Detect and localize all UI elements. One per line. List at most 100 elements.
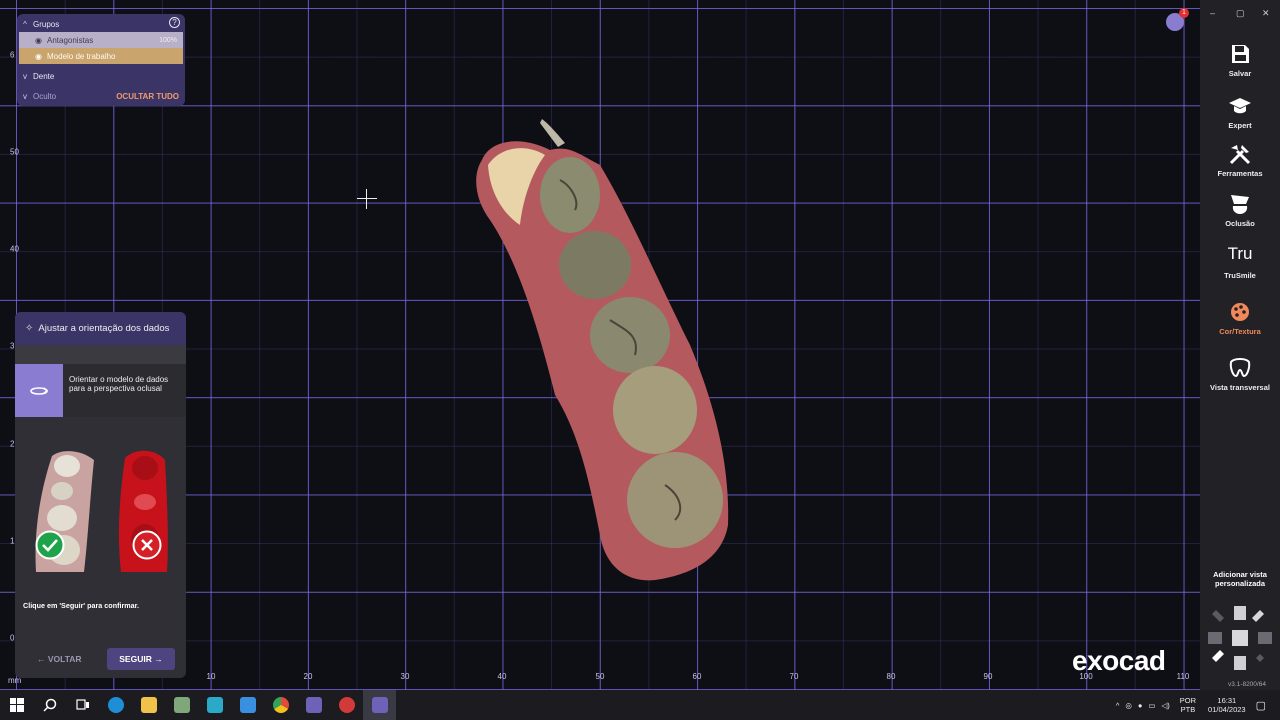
back-label: VOLTAR — [47, 654, 82, 664]
tools-icon — [1229, 145, 1251, 165]
palette-icon — [1231, 303, 1249, 321]
taskbar-app-edge[interactable] — [99, 690, 132, 720]
question-icon[interactable]: ? — [169, 17, 180, 28]
y-tick: 6 — [10, 50, 15, 60]
panel-divider — [15, 345, 186, 364]
search-button[interactable] — [33, 690, 66, 720]
windows-icon — [9, 698, 24, 712]
dental-cad-icon — [371, 697, 388, 713]
app-icon — [338, 697, 355, 713]
y-tick: 2 — [10, 439, 15, 449]
sidebar-item-label: Oclusão — [1225, 219, 1255, 228]
eye-icon[interactable]: ◉ — [35, 36, 47, 45]
group-item-modelo-de-trabalho[interactable]: ◉ Modelo de trabalho — [19, 48, 183, 64]
taskbar-app-chrome[interactable] — [264, 690, 297, 720]
y-tick: 0 — [10, 633, 15, 643]
eye-icon[interactable]: ◉ — [35, 52, 47, 61]
save-icon — [1232, 45, 1249, 63]
x-tick: 60 — [692, 672, 702, 681]
orientation-panel: ✧ Ajustar a orientação dos dados Orienta… — [15, 312, 186, 678]
taskbar-app-dental-cad[interactable] — [363, 690, 396, 720]
rotate-model-icon[interactable] — [15, 364, 63, 417]
exocad-icon — [305, 697, 322, 713]
sidebar-item-trusmile[interactable]: Tru TruSmile — [1200, 244, 1280, 280]
add-custom-view-button[interactable]: Adicionar vista personalizada — [1200, 570, 1280, 588]
notification-bell-icon[interactable]: 1 — [1166, 8, 1189, 31]
volume-icon[interactable]: ◁) — [1162, 701, 1170, 710]
taskbar-app-teal[interactable] — [198, 690, 231, 720]
language-code: POR — [1179, 696, 1197, 705]
close-button[interactable]: ✕ — [1262, 8, 1270, 19]
edge-icon — [107, 697, 124, 713]
sidebar-item-label: Vista transversal — [1210, 383, 1270, 392]
next-button[interactable]: SEGUIR → — [107, 648, 175, 670]
sidebar-item-ferramentas[interactable]: Ferramentas — [1200, 142, 1280, 178]
tooth-icon — [1229, 358, 1251, 378]
dental-scan-model[interactable] — [460, 105, 750, 595]
minimize-button[interactable]: – — [1210, 8, 1215, 18]
chevron-up-icon[interactable]: ^ — [1116, 701, 1120, 710]
x-tick: 30 — [400, 672, 410, 681]
sidebar-item-oclusao[interactable]: Oclusão — [1200, 192, 1280, 228]
cursor-crosshair — [357, 189, 377, 209]
group-item-label: Modelo de trabalho — [47, 51, 116, 61]
sidebar-item-label: Cor/Textura — [1219, 327, 1261, 336]
group-oculto-label: Oculto — [33, 91, 57, 101]
version-label: v3.1-8200/64 — [1228, 681, 1266, 688]
confirm-hint: Clique em 'Seguir' para confirmar. — [23, 601, 140, 610]
orientation-panel-header: ✧ Ajustar a orientação dos dados — [15, 312, 186, 345]
right-sidebar: – ▢ ✕ Salvar Expert Ferramentas Oclusão … — [1200, 0, 1280, 690]
y-tick: 1 — [10, 536, 15, 546]
taskbar-app-red[interactable] — [330, 690, 363, 720]
sidebar-item-salvar[interactable]: Salvar — [1200, 42, 1280, 78]
maximize-button[interactable]: ▢ — [1236, 8, 1245, 19]
orientation-step[interactable]: Orientar o modelo de dados para a perspe… — [15, 364, 186, 417]
notification-badge: 1 — [1179, 8, 1189, 18]
app-icon — [239, 697, 256, 713]
language-indicator[interactable]: POR PTB — [1180, 696, 1196, 714]
system-tray: ^ ◎ ● ▭ ◁) POR PTB 16:31 01/04/2023 ▢ — [1116, 690, 1280, 720]
opacity-value[interactable]: 100% — [159, 37, 177, 44]
clock-date: 01/04/2023 — [1208, 705, 1246, 714]
sidebar-item-cor-textura[interactable]: Cor/Textura — [1200, 300, 1280, 336]
keyboard-layout: PTB — [1180, 705, 1196, 714]
taskbar-app-blue[interactable] — [231, 690, 264, 720]
orientation-examples — [15, 444, 186, 584]
groups-title: Grupos — [33, 19, 60, 29]
magic-wand-icon: ✧ — [25, 323, 34, 334]
check-icon — [35, 530, 65, 560]
orientation-panel-title: Ajustar a orientação dos dados — [38, 323, 170, 334]
back-button[interactable]: ← VOLTAR — [37, 654, 82, 664]
group-dente[interactable]: v Dente — [17, 68, 185, 84]
windows-taskbar: ^ ◎ ● ▭ ◁) POR PTB 16:31 01/04/2023 ▢ — [0, 690, 1280, 720]
folder-icon — [140, 697, 157, 713]
microphone-icon[interactable]: ● — [1138, 701, 1143, 710]
group-dente-label: Dente — [33, 71, 55, 81]
x-tick: 80 — [886, 672, 896, 681]
y-tick: 40 — [10, 244, 19, 254]
group-item-antagonistas[interactable]: ◉ Antagonistas 100% — [19, 32, 183, 48]
hide-all-button[interactable]: OCULTAR TUDO — [116, 92, 179, 101]
notification-center-icon[interactable]: ▢ — [1256, 699, 1266, 712]
network-icon[interactable]: ◎ — [1125, 701, 1132, 710]
taskbar-app-green[interactable] — [165, 690, 198, 720]
sidebar-item-label: TruSmile — [1224, 271, 1256, 280]
exocad-logo: exocad — [1072, 645, 1166, 676]
view-orientation-widget[interactable] — [1206, 604, 1274, 672]
sidebar-item-vista-transversal[interactable]: Vista transversal — [1200, 356, 1280, 392]
taskbar-app-exocad[interactable] — [297, 690, 330, 720]
cross-icon — [132, 530, 162, 560]
start-button[interactable] — [0, 690, 33, 720]
sidebar-item-label: Salvar — [1228, 69, 1252, 78]
occlusion-icon — [1231, 195, 1249, 214]
groups-header[interactable]: ^ Grupos — [17, 16, 185, 32]
clock-time: 16:31 — [1217, 696, 1237, 705]
display-icon[interactable]: ▭ — [1148, 701, 1155, 710]
taskbar-app-file-explorer[interactable] — [132, 690, 165, 720]
chevron-up-icon: ^ — [23, 19, 27, 29]
search-icon — [42, 698, 56, 712]
clock[interactable]: 16:31 01/04/2023 — [1208, 696, 1246, 714]
task-view-button[interactable] — [66, 690, 99, 720]
chevron-down-icon: v — [23, 91, 27, 101]
sidebar-item-expert[interactable]: Expert — [1200, 94, 1280, 130]
